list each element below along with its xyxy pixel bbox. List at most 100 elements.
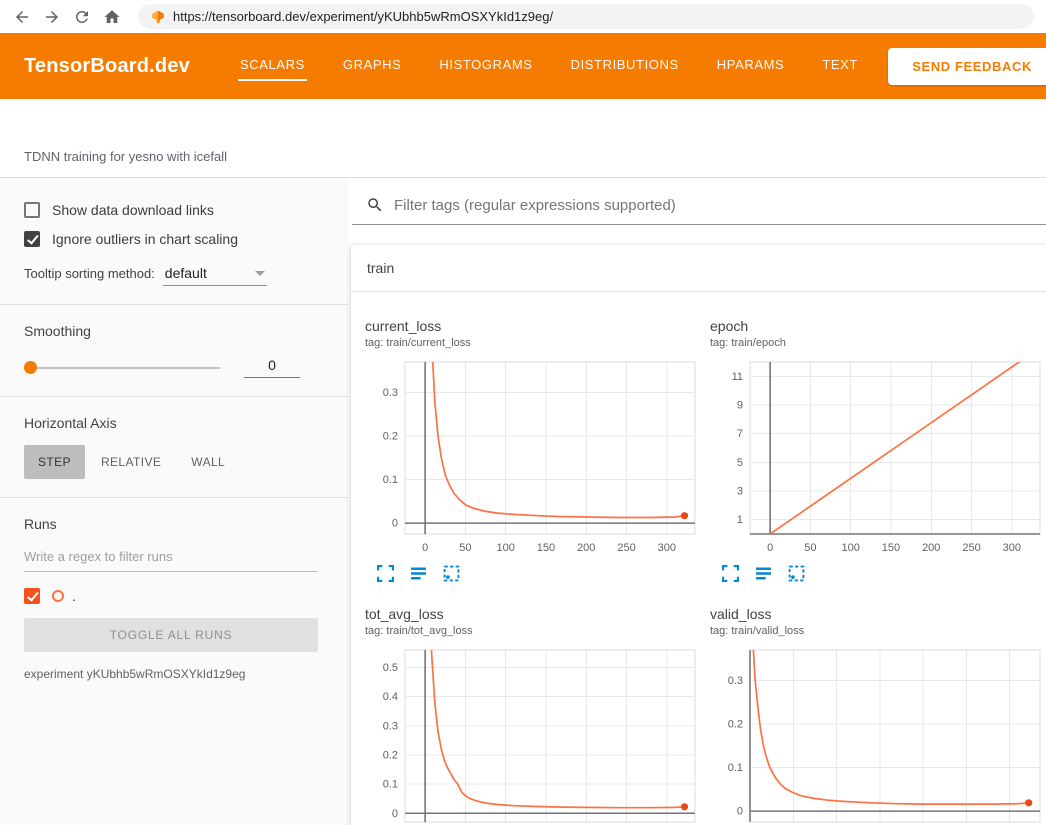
- svg-text:100: 100: [497, 542, 515, 554]
- run-color-indicator: [52, 590, 64, 602]
- tag-filter-row: [352, 192, 1046, 225]
- tag-filter-input[interactable]: [394, 197, 1046, 214]
- smoothing-slider[interactable]: [24, 361, 220, 374]
- run-list-item[interactable]: .: [24, 588, 318, 604]
- forward-icon[interactable]: [42, 7, 62, 27]
- axis-step-button[interactable]: STEP: [24, 445, 85, 479]
- tensorboard-favicon: [150, 9, 165, 24]
- svg-text:0: 0: [392, 518, 398, 530]
- line-chart[interactable]: 05010015020025030000.10.20.30.40.5: [365, 645, 700, 825]
- send-feedback-button[interactable]: SEND FEEDBACK: [888, 48, 1046, 85]
- expand-chart-icon[interactable]: [722, 565, 739, 582]
- tab-histograms[interactable]: HISTOGRAMS: [437, 51, 534, 81]
- run-name: .: [72, 588, 76, 604]
- sidebar-divider: [0, 304, 348, 305]
- chart-tag: tag: train/current_loss: [365, 337, 700, 349]
- sidebar-divider: [0, 497, 348, 498]
- show-download-links-label: Show data download links: [52, 202, 214, 218]
- chart-tag: tag: train/valid_loss: [710, 625, 1045, 637]
- svg-text:50: 50: [459, 542, 471, 554]
- browser-chrome: https://tensorboard.dev/experiment/yKUbh…: [0, 0, 1046, 33]
- back-icon[interactable]: [12, 7, 32, 27]
- svg-text:250: 250: [617, 542, 635, 554]
- svg-text:300: 300: [658, 542, 676, 554]
- train-section-header[interactable]: train: [351, 245, 1046, 292]
- runs-filter-input[interactable]: [24, 542, 318, 572]
- chart-title: valid_loss: [710, 606, 1045, 622]
- slider-rail: [24, 367, 220, 369]
- tab-scalars[interactable]: SCALARS: [238, 51, 307, 81]
- chart-title: tot_avg_loss: [365, 606, 700, 622]
- svg-text:150: 150: [882, 542, 900, 554]
- ignore-outliers-checkbox-row[interactable]: Ignore outliers in chart scaling: [24, 231, 318, 247]
- chevron-down-icon: [255, 271, 265, 276]
- svg-text:11: 11: [732, 371, 743, 383]
- fit-domain-icon[interactable]: [443, 565, 460, 582]
- svg-text:0.1: 0.1: [383, 779, 398, 791]
- show-download-links-checkbox[interactable]: [24, 202, 40, 218]
- chart-title: current_loss: [365, 318, 700, 334]
- chart-tag: tag: train/tot_avg_loss: [365, 625, 700, 637]
- tab-graphs[interactable]: GRAPHS: [341, 51, 404, 81]
- line-chart[interactable]: 5010015020025030000.10.20.3: [710, 645, 1045, 825]
- svg-text:0.5: 0.5: [383, 662, 398, 674]
- chart-svg: 0501001502002503001357911: [710, 357, 1045, 557]
- axis-wall-button[interactable]: WALL: [177, 445, 239, 479]
- svg-text:5: 5: [737, 457, 743, 469]
- search-icon: [366, 196, 384, 214]
- svg-text:0.1: 0.1: [383, 474, 398, 486]
- svg-text:0.4: 0.4: [383, 691, 398, 703]
- line-chart[interactable]: 05010015020025030000.10.20.3: [365, 357, 700, 562]
- ignore-outliers-checkbox[interactable]: [24, 231, 40, 247]
- horizontal-axis-label: Horizontal Axis: [24, 415, 318, 431]
- chart-svg: 5010015020025030000.10.20.3: [710, 645, 1045, 825]
- sidebar-divider: [0, 396, 348, 397]
- runs-label: Runs: [24, 516, 318, 532]
- tooltip-sorting-select[interactable]: default: [163, 265, 267, 286]
- toggle-all-runs-button[interactable]: TOGGLE ALL RUNS: [24, 618, 318, 652]
- chart-tot-avg-loss: tot_avg_loss tag: train/tot_avg_loss 050…: [365, 606, 700, 825]
- reload-icon[interactable]: [72, 7, 92, 27]
- run-checkbox[interactable]: [24, 588, 40, 604]
- charts-grid: current_loss tag: train/current_loss 050…: [351, 292, 1046, 825]
- tab-text[interactable]: TEXT: [820, 51, 860, 81]
- svg-text:1: 1: [737, 514, 743, 526]
- experiment-description: TDNN training for yesno with icefall: [24, 149, 227, 164]
- svg-text:0.1: 0.1: [728, 762, 743, 774]
- fit-domain-icon[interactable]: [788, 565, 805, 582]
- ignore-outliers-label: Ignore outliers in chart scaling: [52, 231, 238, 247]
- smoothing-label: Smoothing: [24, 323, 318, 339]
- line-chart[interactable]: 0501001502002503001357911: [710, 357, 1045, 562]
- svg-text:0.3: 0.3: [383, 387, 398, 399]
- tooltip-sorting-row: Tooltip sorting method: default: [24, 265, 318, 286]
- chart-title: epoch: [710, 318, 1045, 334]
- tab-distributions[interactable]: DISTRIBUTIONS: [569, 51, 681, 81]
- app-title: TensorBoard.dev: [24, 55, 190, 78]
- chart-toolbar: [365, 565, 700, 582]
- address-bar[interactable]: https://tensorboard.dev/experiment/yKUbh…: [138, 4, 1034, 29]
- svg-text:250: 250: [962, 542, 980, 554]
- tooltip-sorting-value: default: [165, 265, 207, 281]
- svg-text:100: 100: [842, 542, 860, 554]
- expand-chart-icon[interactable]: [377, 565, 394, 582]
- svg-text:0.2: 0.2: [728, 719, 743, 731]
- chart-tag: tag: train/epoch: [710, 337, 1045, 349]
- axis-relative-button[interactable]: RELATIVE: [87, 445, 175, 479]
- tab-hparams[interactable]: HPARAMS: [715, 51, 787, 81]
- svg-text:0.3: 0.3: [383, 720, 398, 732]
- slider-thumb[interactable]: [24, 361, 37, 374]
- smoothing-value[interactable]: 0: [244, 357, 300, 378]
- toggle-y-axis-icon[interactable]: [410, 565, 427, 582]
- toggle-y-axis-icon[interactable]: [755, 565, 772, 582]
- chart-current-loss: current_loss tag: train/current_loss 0 50…: [365, 318, 700, 582]
- svg-text:200: 200: [577, 542, 595, 554]
- svg-text:0.2: 0.2: [383, 749, 398, 761]
- train-section-card: train current_loss tag: train/current_lo…: [351, 245, 1046, 825]
- svg-text:0.3: 0.3: [728, 675, 743, 687]
- settings-sidebar: Show data download links Ignore outliers…: [0, 178, 348, 825]
- main-nav: SCALARS GRAPHS HISTOGRAMS DISTRIBUTIONS …: [238, 51, 860, 81]
- svg-text:3: 3: [737, 486, 743, 498]
- show-download-links-checkbox-row[interactable]: Show data download links: [24, 202, 318, 218]
- chart-epoch: epoch tag: train/epoch 05010015020025030…: [710, 318, 1045, 582]
- home-icon[interactable]: [102, 7, 122, 27]
